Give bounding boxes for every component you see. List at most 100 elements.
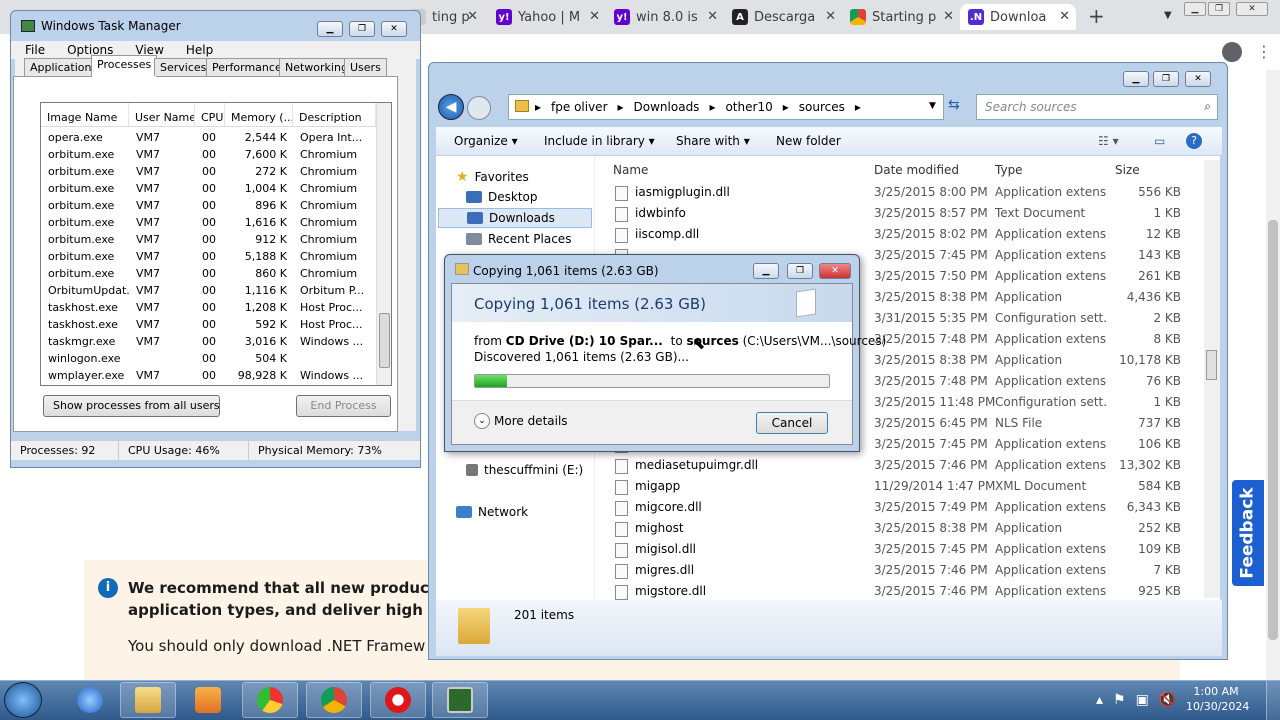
scrollbar-thumb[interactable]: [1268, 220, 1278, 640]
end-process-button[interactable]: End Process: [296, 395, 391, 417]
file-row[interactable]: migres.dll 3/25/2015 7:46 PM Application e…: [595, 560, 1205, 581]
file-row[interactable]: idwbinfo 3/25/2015 8:57 PM Text Document 1 …: [595, 203, 1205, 224]
table-row[interactable]: winlogon.exe 00 504 K: [41, 350, 376, 367]
process-list-scrollbar[interactable]: [376, 103, 391, 385]
tab-performance[interactable]: Performance: [206, 58, 288, 76]
nav-recent-places[interactable]: Recent Places: [466, 232, 571, 246]
chrome-icon[interactable]: [306, 682, 362, 718]
table-row[interactable]: taskmgr.exe VM7 00 3,016 K Windows ...: [41, 333, 376, 350]
tab-search-icon[interactable]: ▼: [1164, 10, 1172, 21]
table-row[interactable]: opera.exe VM7 00 2,544 K Opera Int...: [41, 129, 376, 146]
column-header-user-name[interactable]: User Name: [129, 103, 195, 126]
column-header-cpu[interactable]: CPU: [195, 103, 225, 126]
column-header-image-name[interactable]: Image Name: [41, 103, 129, 126]
more-details-toggle[interactable]: ⌄ More details: [474, 413, 568, 429]
table-row[interactable]: orbitum.exe VM7 00 860 K Chromium: [41, 265, 376, 282]
close-icon[interactable]: ✕: [589, 9, 600, 24]
menu-help[interactable]: Help: [172, 41, 221, 59]
column-header-date[interactable]: Date modified: [874, 163, 959, 177]
close-icon[interactable]: ✕: [819, 263, 851, 279]
network-icon[interactable]: ▣: [1136, 692, 1149, 708]
nav-drive[interactable]: thescuffmini (E:): [466, 463, 583, 477]
browser-tab[interactable]: A Descarga ✕: [724, 4, 842, 30]
breadcrumb-item[interactable]: sources: [799, 100, 845, 114]
column-header-type[interactable]: Type: [995, 163, 1023, 177]
close-icon[interactable]: ✕: [1236, 2, 1268, 16]
tab-users[interactable]: Users: [344, 58, 387, 76]
task-manager-taskbar-icon[interactable]: [432, 682, 488, 718]
show-all-processes-button[interactable]: Show processes from all users: [43, 395, 220, 417]
browser-tab[interactable]: Starting p ✕: [842, 4, 960, 30]
column-header-description[interactable]: Description: [293, 103, 376, 126]
view-icon[interactable]: ☷ ▾: [1098, 134, 1119, 148]
menu-file[interactable]: File: [11, 41, 53, 59]
table-row[interactable]: orbitum.exe VM7 00 896 K Chromium: [41, 197, 376, 214]
minimize-icon[interactable]: ▁: [1184, 2, 1206, 16]
table-row[interactable]: orbitum.exe VM7 00 7,600 K Chromium: [41, 146, 376, 163]
back-button[interactable]: ◀: [438, 94, 464, 120]
table-row[interactable]: orbitum.exe VM7 00 5,188 K Chromium: [41, 248, 376, 265]
column-header-memory[interactable]: Memory (...: [225, 103, 293, 126]
chevron-down-icon[interactable]: ▼: [929, 101, 936, 111]
share-with-button[interactable]: Share with ▾: [676, 134, 750, 148]
breadcrumb-item[interactable]: fpe oliver: [551, 100, 607, 114]
maximize-icon[interactable]: ❐: [787, 263, 813, 279]
file-row[interactable]: mighost 3/25/2015 8:38 PM Application 252 K…: [595, 518, 1205, 539]
close-icon[interactable]: ✕: [1185, 71, 1211, 87]
volume-muted-icon[interactable]: 🔇: [1159, 692, 1176, 708]
menu-icon[interactable]: ⋮: [1256, 42, 1272, 61]
close-icon[interactable]: ✕: [943, 9, 954, 24]
maximize-icon[interactable]: ❐: [1208, 2, 1230, 16]
scrollbar-thumb[interactable]: [379, 313, 390, 368]
clock[interactable]: 1:00 AM 10/30/2024: [1186, 684, 1249, 716]
media-player-icon[interactable]: [180, 682, 236, 718]
close-icon[interactable]: ✕: [467, 9, 478, 24]
nav-network[interactable]: Network: [456, 505, 528, 519]
maximize-icon[interactable]: ❐: [349, 21, 375, 37]
nav-favorites[interactable]: ★ Favorites: [456, 169, 529, 185]
column-header-size[interactable]: Size: [1115, 163, 1140, 177]
close-icon[interactable]: ✕: [381, 21, 407, 37]
close-icon[interactable]: ✕: [1059, 9, 1070, 24]
file-row[interactable]: mediasetupuimgr.dll 3/25/2015 7:46 PM Appl…: [595, 455, 1205, 476]
search-input[interactable]: Search sources ⌕: [976, 94, 1218, 120]
table-row[interactable]: taskhost.exe VM7 00 1,208 K Host Proc...: [41, 299, 376, 316]
show-hidden-icons[interactable]: ▴: [1096, 692, 1103, 708]
forward-button[interactable]: [467, 96, 491, 120]
start-button[interactable]: [4, 682, 42, 718]
from-value[interactable]: CD Drive (D:) 10 Spar...: [506, 334, 663, 348]
file-row[interactable]: migstore.dll 3/25/2015 7:46 PM Application…: [595, 581, 1205, 602]
tab-processes[interactable]: Processes: [91, 55, 158, 77]
tab-networking[interactable]: Networking: [279, 58, 354, 76]
maximize-icon[interactable]: ❐: [1153, 71, 1179, 87]
include-library-button[interactable]: Include in library ▾: [544, 134, 655, 148]
table-row[interactable]: orbitum.exe VM7 00 272 K Chromium: [41, 163, 376, 180]
internet-explorer-icon[interactable]: [62, 682, 118, 718]
opera-icon[interactable]: [370, 682, 426, 718]
column-header-name[interactable]: Name: [613, 163, 648, 177]
file-list-scrollbar[interactable]: [1204, 160, 1220, 598]
table-row[interactable]: orbitum.exe VM7 00 1,616 K Chromium: [41, 214, 376, 231]
minimize-icon[interactable]: ▁: [1123, 71, 1149, 87]
table-row[interactable]: wmplayer.exe VM7 00 98,928 K Windows ...: [41, 367, 376, 384]
preview-pane-icon[interactable]: ▭: [1154, 134, 1165, 148]
minimize-icon[interactable]: ▁: [317, 21, 343, 37]
file-row[interactable]: migisol.dll 3/25/2015 7:45 PM Application …: [595, 539, 1205, 560]
nav-desktop[interactable]: Desktop: [466, 190, 538, 204]
organize-button[interactable]: Organize ▾: [454, 134, 518, 148]
browser-tab[interactable]: y! win 8.0 is ✕: [606, 4, 724, 30]
close-icon[interactable]: ✕: [825, 9, 836, 24]
show-desktop-button[interactable]: [1266, 681, 1280, 720]
file-row[interactable]: iasmigplugin.dll 3/25/2015 8:00 PM Applica…: [595, 182, 1205, 203]
address-bar[interactable]: ▸ fpe oliver ▸ Downloads ▸ other10 ▸ source…: [508, 94, 944, 120]
orbitum-icon[interactable]: [242, 682, 298, 718]
tab-services[interactable]: Services: [154, 58, 213, 76]
file-row[interactable]: migcore.dll 3/25/2015 7:49 PM Application …: [595, 497, 1205, 518]
windows-explorer-icon[interactable]: [120, 682, 176, 718]
flag-icon[interactable]: ⚑: [1113, 692, 1126, 708]
browser-tab[interactable]: y! Yahoo | M ✕: [488, 4, 606, 30]
browser-tab-active[interactable]: .N Downloa ✕: [960, 4, 1076, 30]
file-row[interactable]: iiscomp.dll 3/25/2015 8:02 PM Application …: [595, 224, 1205, 245]
feedback-button[interactable]: Feedback: [1232, 480, 1264, 586]
nav-downloads[interactable]: Downloads: [438, 208, 592, 228]
